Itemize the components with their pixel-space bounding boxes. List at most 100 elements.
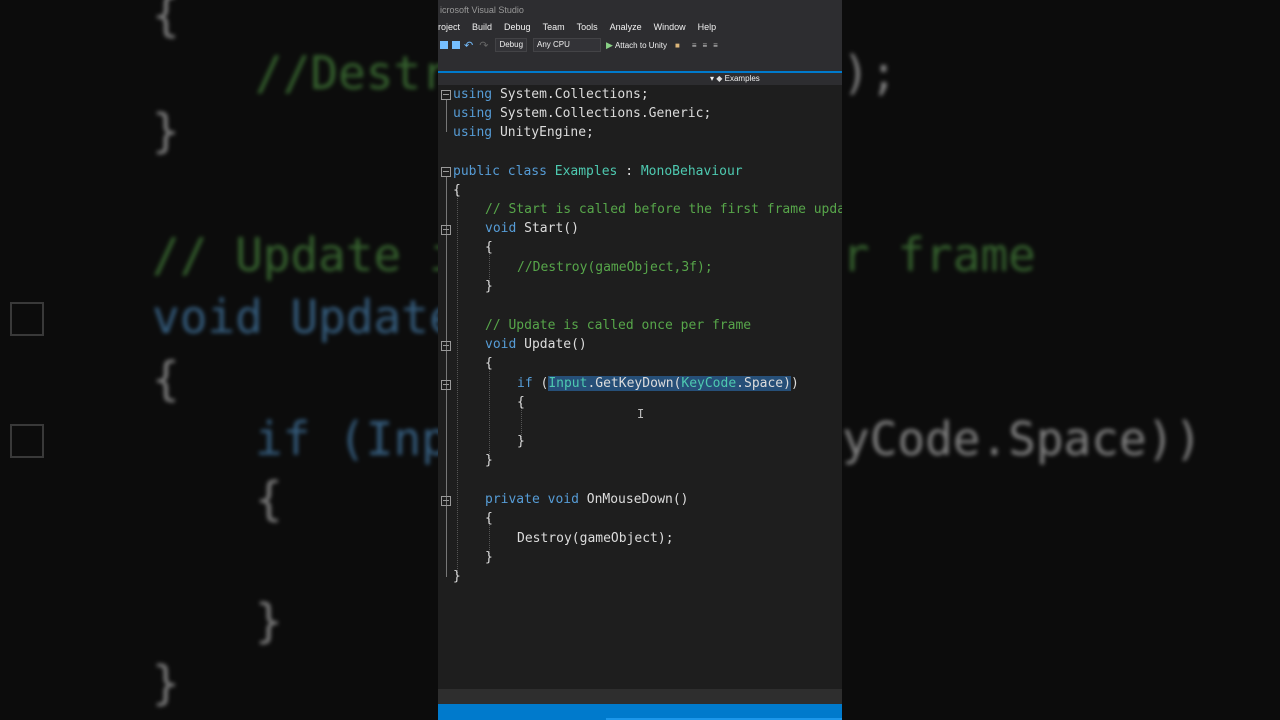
code-line: if (Input.GetKeyDown(KeyCode.Space)) [517, 374, 799, 393]
code-line: { [453, 183, 461, 198]
code-line: } [485, 279, 493, 294]
member-label: Examples [724, 74, 760, 83]
member-dropdown[interactable]: ▾ ◆ Examples [710, 73, 760, 85]
menu-project[interactable]: roject [438, 22, 460, 32]
code-comment: // Start is called before the first fram… [485, 202, 842, 217]
bg-text: { [152, 0, 180, 42]
menu-window[interactable]: Window [654, 22, 686, 32]
bg-text: // Update i [152, 228, 438, 282]
configuration-dropdown[interactable]: Debug [495, 38, 528, 52]
menu-build[interactable]: Build [472, 22, 492, 32]
menu-analyze[interactable]: Analyze [610, 22, 642, 32]
code-line: public class Examples : MonoBehaviour [453, 162, 743, 181]
collapse-icon[interactable] [441, 496, 451, 506]
play-icon[interactable]: ▶ [606, 40, 613, 51]
menu-bar: roject Build Debug Team Tools Analyze Window He… [438, 20, 842, 34]
code-text: Start() [516, 221, 579, 236]
code-text: .GetKeyDown( [587, 376, 682, 391]
document-tab-well [438, 56, 842, 71]
menu-debug[interactable]: Debug [504, 22, 531, 32]
bg-text: } [152, 656, 180, 710]
code-editor[interactable]: using System.Collections; using System.C… [438, 85, 842, 689]
save-icon[interactable] [440, 41, 448, 49]
indent-guide [489, 365, 490, 460]
type-name: Input [548, 376, 588, 391]
code-text: System.Collections.Generic; [492, 106, 712, 121]
code-text: Update() [516, 337, 587, 352]
bg-text: ); [842, 46, 898, 100]
code-line: using UnityEngine; [453, 123, 594, 142]
code-text: : [617, 164, 641, 179]
bg-text: void Update [152, 290, 438, 344]
code-line: { [485, 240, 493, 255]
code-line: void Update() [485, 335, 587, 354]
keyword: private void [485, 492, 579, 507]
code-text: System.Collections; [492, 87, 649, 102]
fold-line [446, 177, 447, 577]
bg-fold-icon [10, 424, 44, 458]
keyword: void [485, 221, 517, 236]
visual-studio-window: icrosoft Visual Studio roject Build Debug T… [438, 0, 842, 720]
code-line: } [485, 453, 493, 468]
save-all-icon[interactable] [452, 41, 460, 49]
keyword: public class [453, 164, 547, 179]
code-comment: // Update is called once per frame [485, 318, 752, 333]
redo-icon[interactable]: ↷ [479, 39, 488, 52]
bg-fold-icon [10, 302, 44, 336]
bg-text: { [152, 352, 180, 406]
folder-icon[interactable]: ■ [675, 41, 680, 50]
undo-icon[interactable]: ↶ [464, 39, 473, 52]
menu-team[interactable]: Team [543, 22, 565, 32]
code-text: UnityEngine; [492, 125, 594, 140]
collapse-icon[interactable] [441, 225, 451, 235]
platform-dropdown[interactable]: Any CPU [533, 38, 602, 52]
bg-text: yCode.Space)) [842, 412, 1203, 466]
type-name: MonoBehaviour [640, 164, 743, 179]
code-line: void Start() [485, 219, 579, 238]
menu-help[interactable]: Help [698, 22, 717, 32]
indent-icon[interactable]: ≡ [702, 41, 707, 50]
code-line: } [485, 550, 493, 565]
collapse-icon[interactable] [441, 90, 451, 100]
keyword: if [517, 376, 533, 391]
collapse-icon[interactable] [441, 380, 451, 390]
code-line: using System.Collections; [453, 85, 649, 104]
code-line: { [485, 511, 493, 526]
code-line: private void OnMouseDown() [485, 490, 689, 509]
bg-text: //Destr [255, 46, 438, 100]
toolbar: ↶ ↷ Debug Any CPU ▶ Attach to Unity ■ ≡ … [438, 34, 842, 56]
type-name: KeyCode [681, 376, 737, 391]
collapse-icon[interactable] [441, 341, 451, 351]
bg-text: } [152, 104, 180, 158]
code-line: using System.Collections.Generic; [453, 104, 711, 123]
indent-guide [457, 190, 458, 575]
background-left: { //Destr } // Update i void Update { if… [0, 0, 438, 720]
bg-text: r frame [842, 228, 1036, 282]
keyword: using [453, 87, 493, 102]
code-text: ( [532, 376, 549, 391]
code-text: .Space) [736, 376, 791, 391]
code-line: { [517, 395, 525, 410]
keyword: using [453, 106, 493, 121]
collapse-icon[interactable] [441, 167, 451, 177]
window-title: icrosoft Visual Studio [438, 0, 842, 20]
bg-text: { [255, 472, 283, 526]
horizontal-scrollbar[interactable] [438, 689, 842, 704]
bg-text: if (Inp [255, 412, 438, 466]
navigation-bar: ▾ ◆ Examples [438, 73, 842, 85]
attach-to-unity-button[interactable]: Attach to Unity [615, 41, 667, 50]
code-text: ) [790, 376, 799, 391]
code-comment: //Destroy(gameObject,3f); [517, 260, 713, 275]
background-right: ); r frame yCode.Space)) [842, 0, 1280, 720]
ibeam-cursor-icon: I [637, 407, 645, 421]
menu-tools[interactable]: Tools [577, 22, 598, 32]
bg-text: } [255, 594, 283, 648]
fold-line [446, 100, 447, 132]
keyword: void [485, 337, 517, 352]
align-icon[interactable]: ≡ [692, 41, 697, 50]
selected-text[interactable]: Input.GetKeyDown(KeyCode.Space) [548, 376, 791, 391]
status-bar [438, 704, 842, 720]
code-line: Destroy(gameObject); [517, 531, 674, 546]
comment-icon[interactable]: ≡ [713, 41, 718, 50]
